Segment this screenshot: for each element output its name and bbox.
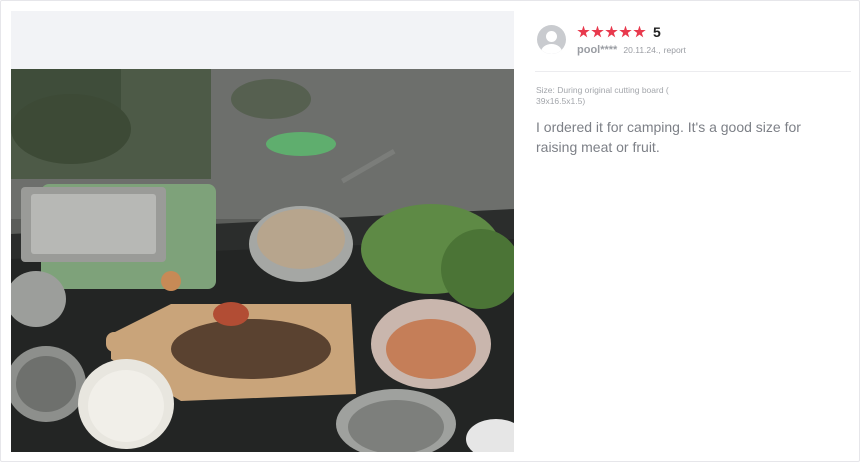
avatar-body-shape — [541, 44, 562, 54]
review-date: 20.11.24. — [623, 45, 659, 55]
star-icon — [577, 25, 590, 38]
review-body: I ordered it for camping. It's a good si… — [536, 119, 801, 155]
photo-panel — [11, 11, 514, 452]
divider — [535, 71, 851, 72]
star-rating: 5 — [577, 23, 661, 41]
meta-separator: , — [658, 45, 661, 55]
reviewer-name: pool**** — [577, 44, 618, 56]
avatar-head-shape — [546, 31, 557, 42]
review-panel: 5 pool**** 20.11.24., report Size: Durin… — [525, 11, 851, 452]
star-icon — [591, 25, 604, 38]
size-option: Size: During original cutting board ( 39… — [536, 85, 669, 106]
star-icon — [633, 25, 646, 38]
avatar — [537, 25, 566, 54]
star-icon — [619, 25, 632, 38]
review-card: 5 pool**** 20.11.24., report Size: Durin… — [0, 0, 860, 462]
rating-value: 5 — [653, 24, 661, 40]
review-photo[interactable] — [11, 69, 514, 452]
review-meta: pool**** 20.11.24., report — [577, 44, 686, 56]
report-link[interactable]: report — [664, 45, 686, 55]
star-icon — [605, 25, 618, 38]
